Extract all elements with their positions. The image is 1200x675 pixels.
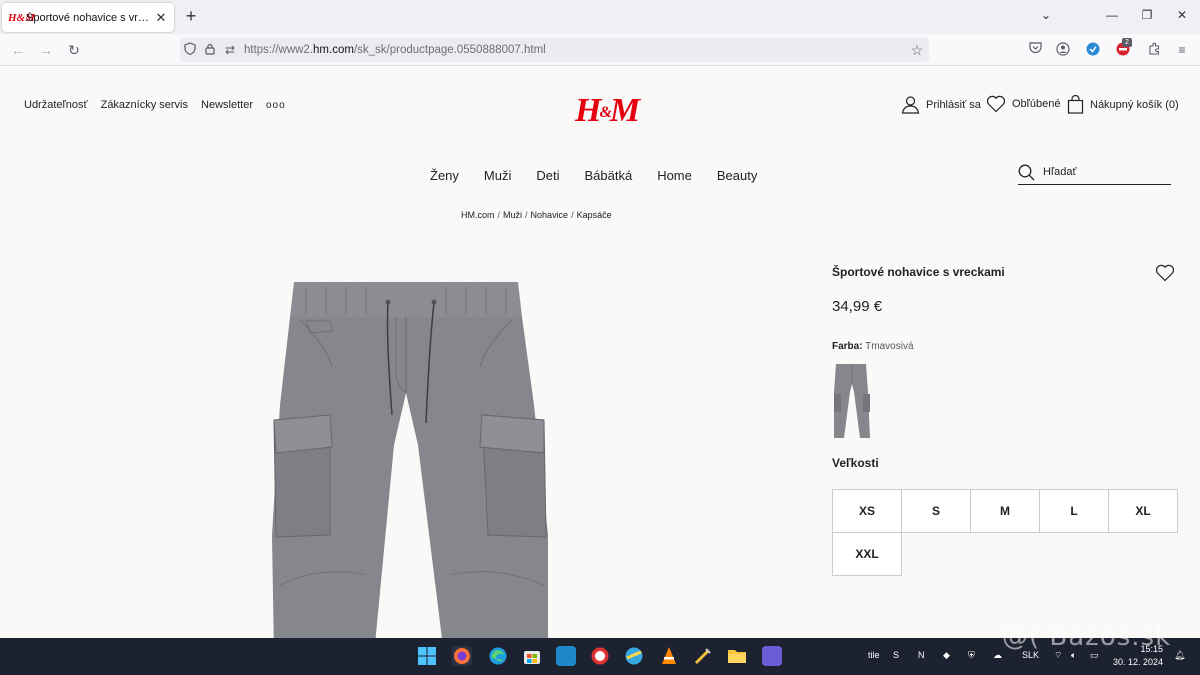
tab-title: Športové nohavice s vreckami - <box>26 11 154 24</box>
browser-nav-bar: ← → ↻ ⇄ https://www2.hm.com/sk_sk/produc… <box>0 34 1200 66</box>
size-option-m[interactable]: M <box>971 490 1040 533</box>
start-windows-icon[interactable] <box>417 646 437 666</box>
breadcrumb: HM.com / Muži / Nohavice / Kapsáče <box>461 210 612 220</box>
close-tab-icon[interactable]: ✕ <box>154 10 168 26</box>
product-image[interactable] <box>266 275 556 638</box>
add-to-favorites-heart-icon[interactable] <box>1155 264 1175 282</box>
nav-item-zeny[interactable]: Ženy <box>430 168 459 183</box>
app-red-circle-icon[interactable] <box>590 646 610 666</box>
link-newsletter[interactable]: Newsletter <box>201 99 253 111</box>
browser-tab[interactable]: H&M Športové nohavice s vreckami - ✕ <box>2 3 174 32</box>
breadcrumb-separator: / <box>525 210 528 220</box>
hm-logo[interactable]: H&M <box>575 91 640 133</box>
vlc-cone-icon[interactable] <box>659 646 679 666</box>
lock-icon[interactable] <box>200 43 220 58</box>
breadcrumb-item[interactable]: Muži <box>503 210 522 220</box>
shopping-bag-icon <box>1067 95 1084 114</box>
size-option-s[interactable]: S <box>902 490 971 533</box>
app-globe-icon[interactable] <box>624 646 644 666</box>
cart-link[interactable]: Nákupný košík (0) <box>1067 95 1179 114</box>
breadcrumb-item[interactable]: HM.com <box>461 210 495 220</box>
top-links: Udržateľnosť Zákaznícky servis Newslette… <box>24 99 253 111</box>
permissions-icon[interactable]: ⇄ <box>220 43 240 57</box>
skype-tray-icon[interactable]: S <box>893 650 899 660</box>
sizes-title: Veľkosti <box>832 456 879 470</box>
minimize-window-button[interactable]: — <box>1104 8 1120 22</box>
color-value: Tmavosivá <box>865 341 914 352</box>
color-label: Farba: <box>832 341 863 352</box>
size-option-xxl[interactable]: XXL <box>833 533 902 576</box>
user-icon <box>901 96 920 114</box>
back-button[interactable]: ← <box>8 40 28 60</box>
onenote-tray-icon[interactable]: N <box>918 650 925 660</box>
favorites-link[interactable]: Obľúbené <box>986 95 1060 113</box>
hm-product-page: Udržateľnosť Zákaznícky servis Newslette… <box>0 67 1200 638</box>
file-explorer-folder-icon[interactable] <box>727 646 747 666</box>
search-bar[interactable] <box>1018 160 1171 185</box>
notifications-bell-icon[interactable]: 🔔︎ <box>1174 650 1185 661</box>
firefox-icon[interactable] <box>452 646 472 666</box>
address-bar[interactable]: ⇄ https://www2.hm.com/sk_sk/productpage.… <box>180 38 929 62</box>
breadcrumb-item[interactable]: Nohavice <box>531 210 569 220</box>
product-name: Športové nohavice s vreckami <box>832 265 1005 279</box>
nav-item-babatka[interactable]: Bábätká <box>584 168 632 183</box>
app-purple-icon[interactable] <box>762 646 782 666</box>
extensions-puzzle-icon[interactable] <box>1146 42 1162 58</box>
list-all-tabs-icon[interactable]: ⌄ <box>1038 8 1054 22</box>
login-label: Prihlásiť sa <box>926 98 981 111</box>
nav-item-home[interactable]: Home <box>657 168 692 183</box>
cart-label: Nákupný košík (0) <box>1090 98 1179 111</box>
reload-button[interactable]: ↻ <box>64 40 84 60</box>
bazos-watermark: @( Bazos.sk <box>1002 622 1172 652</box>
heart-icon <box>986 95 1006 113</box>
account-icon[interactable] <box>1055 42 1071 58</box>
close-window-button[interactable]: ✕ <box>1174 8 1190 22</box>
tray-app-icon[interactable]: ◆ <box>943 650 950 661</box>
browser-tab-bar: H&M Športové nohavice s vreckami - ✕ + ⌄… <box>0 0 1200 34</box>
size-option-xl[interactable]: XL <box>1109 490 1178 533</box>
color-swatch-thumbnail[interactable] <box>832 362 872 442</box>
forward-button[interactable]: → <box>36 40 56 60</box>
extension-blue-icon[interactable] <box>1085 42 1101 58</box>
onedrive-cloud-icon[interactable]: ☁ <box>993 650 1002 661</box>
nav-item-deti[interactable]: Deti <box>536 168 559 183</box>
product-price: 34,99 € <box>832 298 883 315</box>
size-option-l[interactable]: L <box>1040 490 1109 533</box>
restore-window-button[interactable]: ❐ <box>1139 8 1155 22</box>
microsoft-store-icon[interactable] <box>522 646 542 666</box>
menu-hamburger-icon[interactable]: ≡ <box>1174 42 1190 58</box>
link-customer-service[interactable]: Zákaznícky servis <box>101 99 188 111</box>
app-blue-icon[interactable] <box>556 646 576 666</box>
bookmark-star-icon[interactable]: ☆ <box>905 42 929 59</box>
search-input[interactable] <box>1043 166 1163 178</box>
product-info: Športové nohavice s vreckami 34,99 € Far… <box>832 264 1178 576</box>
new-tab-button[interactable]: + <box>182 7 200 25</box>
favorites-label: Obľúbené <box>1012 98 1061 110</box>
search-icon <box>1018 164 1035 180</box>
color-row: Farba: Tmavosivá <box>832 341 1178 352</box>
clock-date: 30. 12. 2024 <box>1113 657 1164 667</box>
edge-icon[interactable] <box>488 646 508 666</box>
url-text[interactable]: https://www2.hm.com/sk_sk/productpage.05… <box>240 44 905 56</box>
size-option-xs[interactable]: XS <box>833 490 902 533</box>
tray-label[interactable]: tile <box>868 650 880 660</box>
breadcrumb-separator: / <box>497 210 501 220</box>
nav-item-beauty[interactable]: Beauty <box>717 168 757 183</box>
defender-shield-icon[interactable]: ⛨ <box>968 650 975 661</box>
login-link[interactable]: Prihlásiť sa <box>901 95 981 114</box>
pocket-icon[interactable] <box>1027 42 1043 58</box>
hm-favicon-icon: H&M <box>8 11 35 24</box>
more-options-icon[interactable]: ooo <box>266 100 286 111</box>
breadcrumb-item[interactable]: Kapsáče <box>577 210 612 220</box>
extension-badge: 2 <box>1122 38 1132 47</box>
nav-item-muzi[interactable]: Muži <box>484 168 511 183</box>
app-tool-icon[interactable] <box>693 646 713 666</box>
tracking-protection-shield-icon[interactable] <box>180 42 200 58</box>
size-selector: XS S M L XL XXL <box>832 489 1178 576</box>
link-sustainability[interactable]: Udržateľnosť <box>24 99 88 111</box>
breadcrumb-separator: / <box>571 210 574 220</box>
